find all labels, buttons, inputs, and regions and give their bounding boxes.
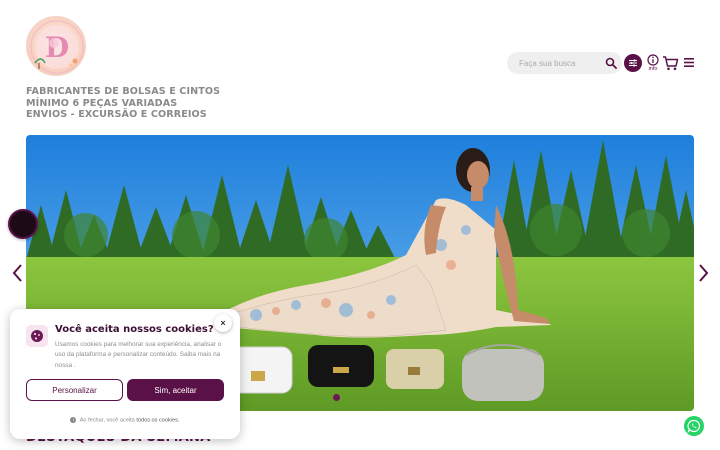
cookie-title: Você aceita nossos cookies? [55,324,214,335]
carousel-indicator-active[interactable] [333,394,340,401]
info-icon [647,54,659,66]
carousel-prev-icon[interactable] [11,263,25,283]
cookie-footer: i Ao fechar, você aceita todos os cookie… [10,417,240,423]
tagline-line-1: FABRICANTES DE BOLSAS E CINTOS [26,86,221,97]
search-bar [507,52,622,74]
info-button[interactable]: info [647,54,659,72]
page: D FABRICANTES DE BOLSAS E CINTOS MÍNIMO … [0,0,720,450]
tagline-line-2: MÍNIMO 6 PEÇAS VARIADAS [26,97,178,109]
cookie-text: Usamos cookies para melhorar sua experiê… [55,341,222,369]
svg-text:D: D [45,31,69,64]
tagline-line-3: ENVIOS - EXCURSÃO E CORREIOS [26,109,207,120]
menu-icon[interactable] [684,58,694,67]
info-small-icon: i [70,417,77,423]
store-logo[interactable]: D [26,16,86,76]
accept-button[interactable]: Sim, aceitar [127,379,224,401]
carousel-next-icon[interactable] [696,263,710,283]
cookie-footer-link: todos os cookies. [136,417,180,424]
whatsapp-button[interactable] [684,416,704,436]
search-input[interactable] [519,58,599,68]
cart-icon[interactable] [662,55,679,71]
cookie-icon [26,325,48,347]
info-label: info [648,66,658,72]
close-icon[interactable]: × [214,314,232,332]
whatsapp-icon [687,419,701,433]
sliders-icon [629,59,637,67]
search-icon[interactable] [605,57,617,69]
cookie-consent-dialog: Você aceita nossos cookies? × Usamos coo… [10,309,240,439]
cookie-footer-prefix: Ao fechar, você aceita [79,417,135,424]
floating-circle-button[interactable] [8,209,38,239]
store-tagline: FABRICANTES DE BOLSAS E CINTOS MÍNIMO 6 … [26,86,220,121]
customize-button[interactable]: Personalizar [26,379,123,401]
filter-button[interactable] [624,54,642,72]
